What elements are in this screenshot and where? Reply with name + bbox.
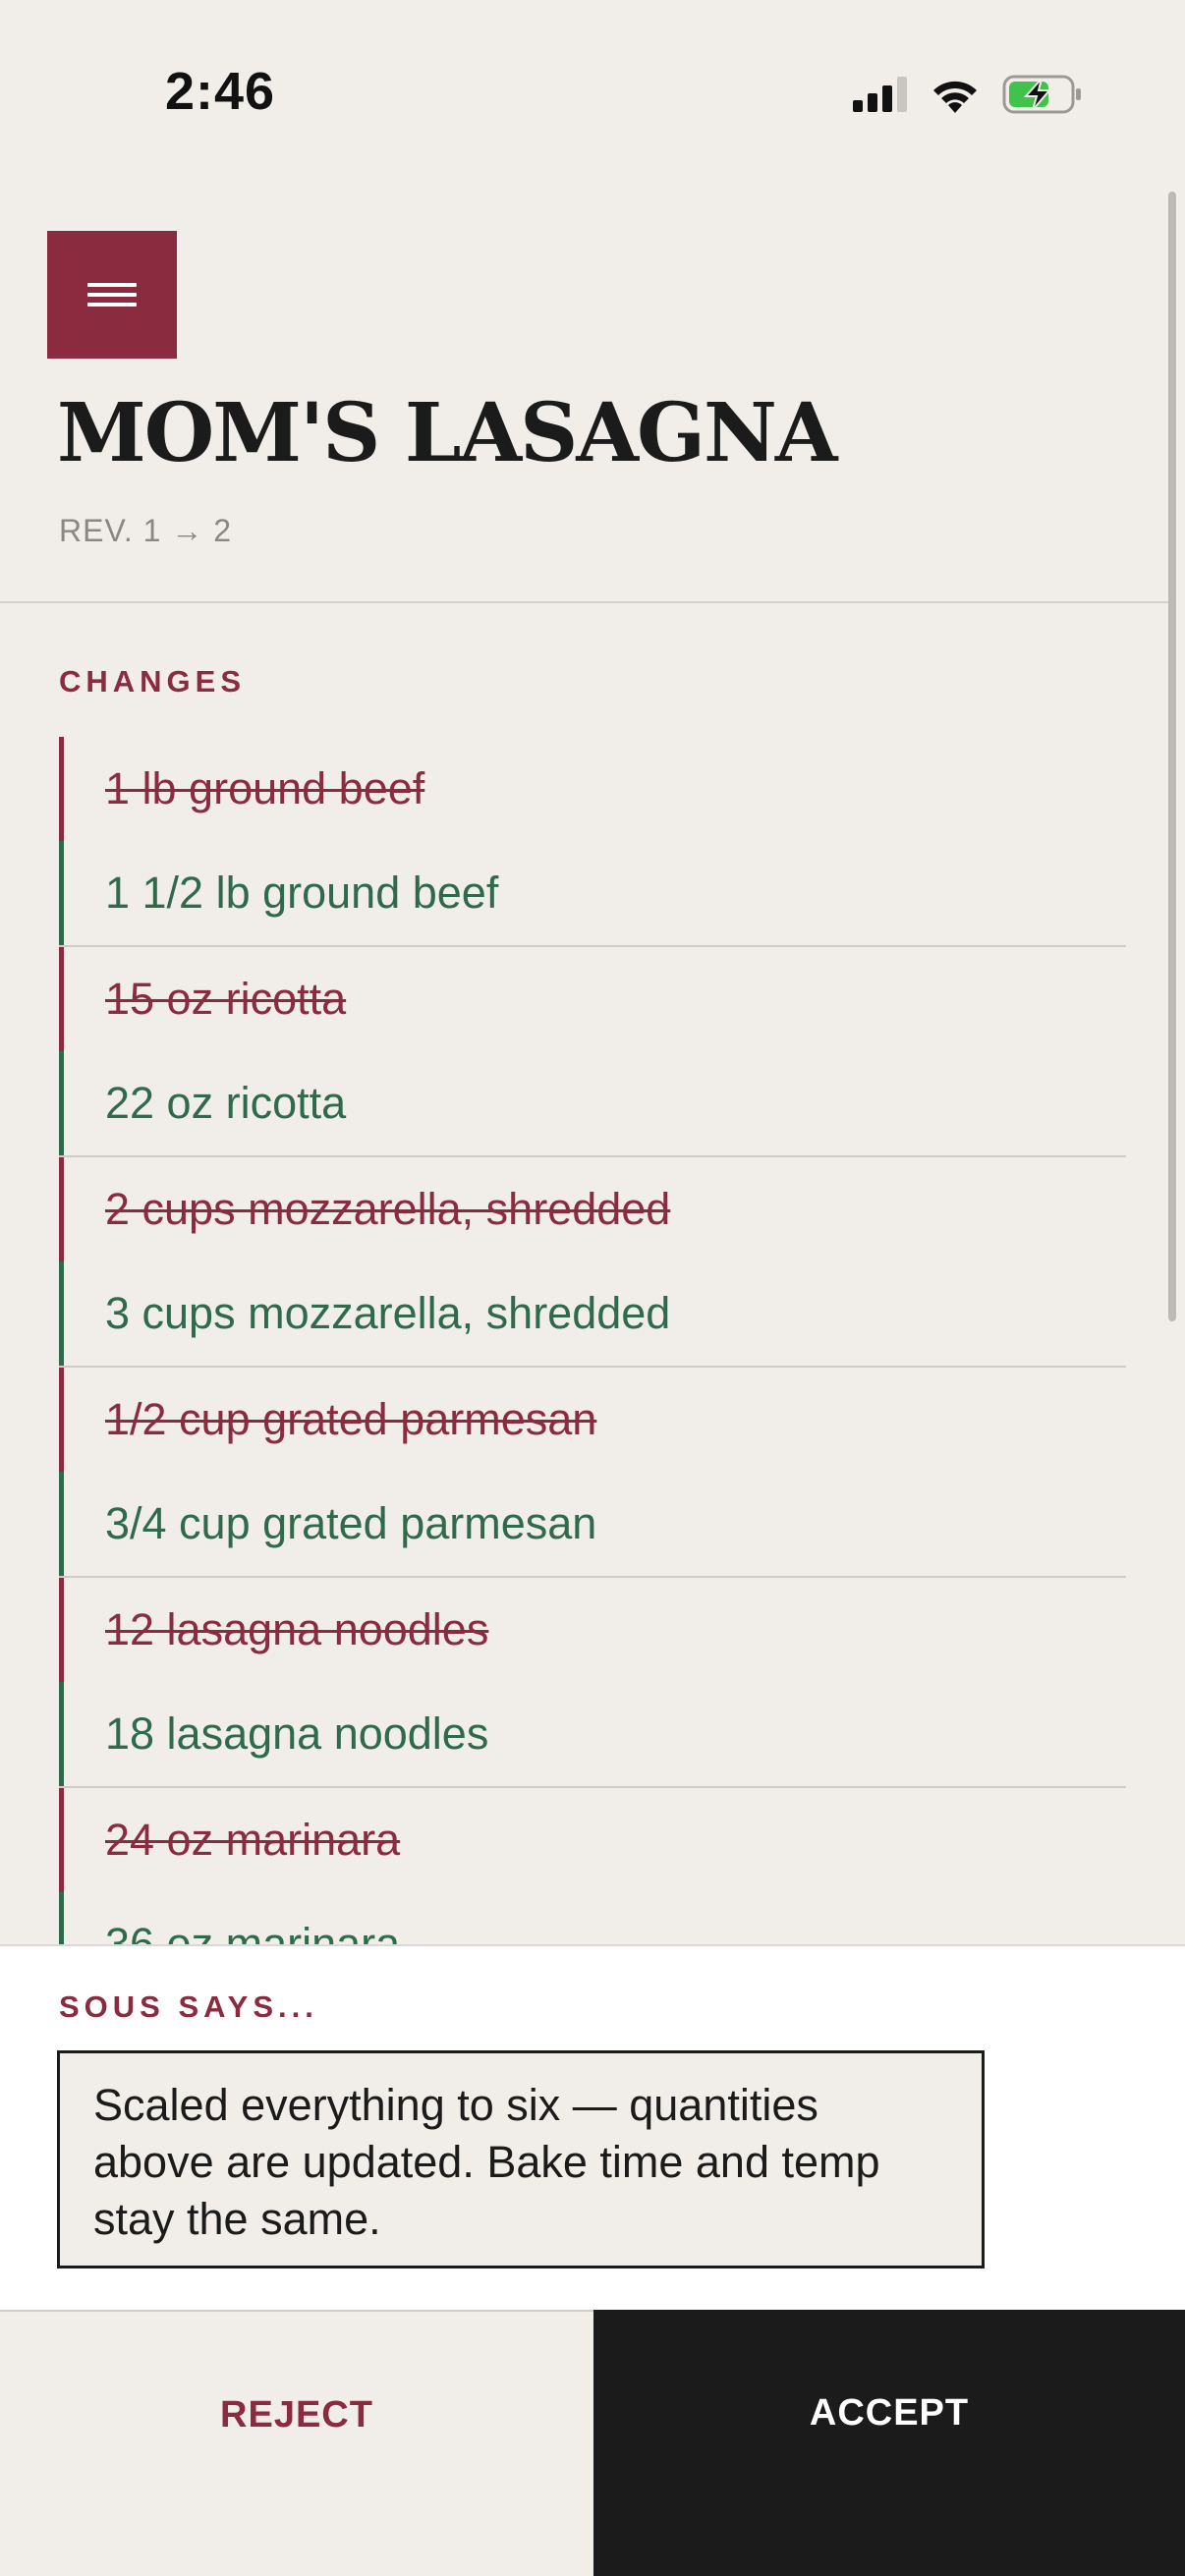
added-line: 3 cups mozzarella, shredded [59,1261,1126,1366]
reject-button-label: REJECT [220,2394,373,2436]
status-icons [853,71,1083,118]
change-item: 12 lasagna noodles 18 lasagna noodles [59,1578,1126,1788]
change-item: 1 lb ground beef 1 1/2 lb ground beef [59,737,1126,947]
reject-button[interactable]: REJECT [0,2310,593,2576]
header-divider [0,601,1168,603]
removed-line: 2 cups mozzarella, shredded [59,1157,1126,1261]
added-line: 1 1/2 lb ground beef [59,841,1126,945]
removed-line: 15 oz ricotta [59,947,1126,1051]
scrollbar[interactable] [1168,192,1176,1321]
changes-list: 1 lb ground beef 1 1/2 lb ground beef 15… [59,737,1126,1998]
change-item: 15 oz ricotta 22 oz ricotta [59,947,1126,1157]
revision-label: REV. 1 → 2 [59,513,233,548]
added-line: 18 lasagna noodles [59,1682,1126,1786]
menu-button[interactable] [47,231,177,359]
accept-button[interactable]: ACCEPT [593,2310,1185,2576]
hamburger-menu-icon [87,277,137,312]
removed-line: 1 lb ground beef [59,737,1126,841]
status-time: 2:46 [165,62,276,121]
sous-label: SOUS SAYS... [59,1989,318,2024]
battery-charging-icon [1002,75,1083,114]
accept-button-label: ACCEPT [809,2392,970,2434]
sous-message: Scaled everything to six — quantities ab… [57,2050,985,2268]
removed-line: 24 oz marinara [59,1788,1126,1892]
wifi-icon [930,76,981,113]
removed-line: 1/2 cup grated parmesan [59,1368,1126,1472]
changes-section-label: CHANGES [59,664,247,699]
cellular-signal-icon [853,77,908,112]
change-item: 2 cups mozzarella, shredded 3 cups mozza… [59,1157,1126,1368]
status-bar: 2:46 [0,0,1185,187]
sous-panel: SOUS SAYS... Scaled everything to six — … [0,1944,1185,2312]
added-line: 22 oz ricotta [59,1051,1126,1155]
change-item: 1/2 cup grated parmesan 3/4 cup grated p… [59,1368,1126,1578]
action-bar: REJECT ACCEPT [0,2310,1185,2576]
removed-line: 12 lasagna noodles [59,1578,1126,1682]
added-line: 3/4 cup grated parmesan [59,1472,1126,1576]
page-title: MOM'S LASAGNA [57,386,838,480]
